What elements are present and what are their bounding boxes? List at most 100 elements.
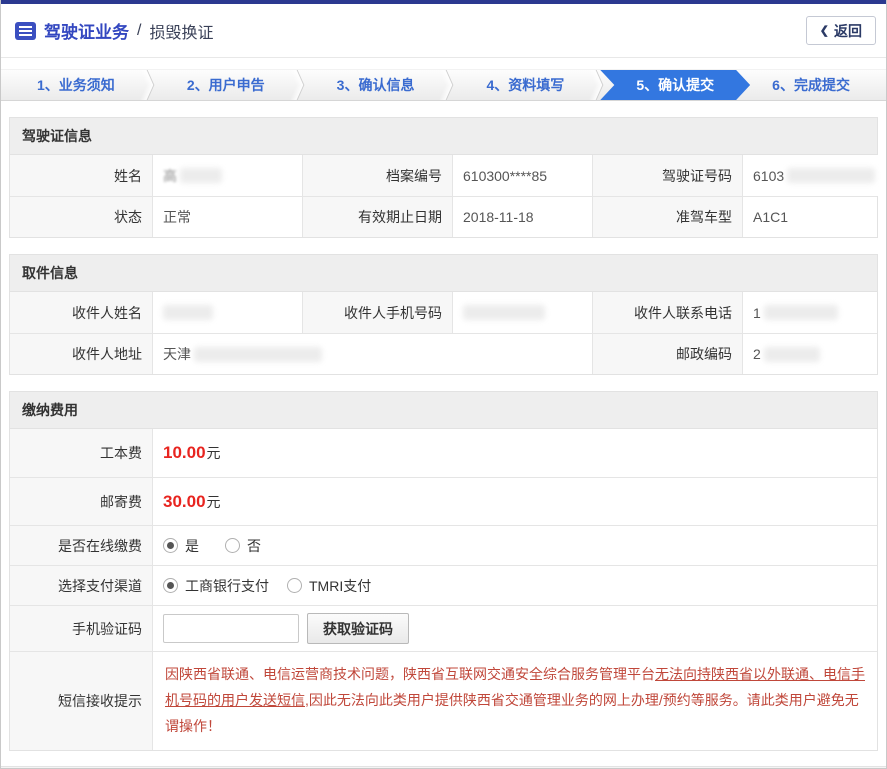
valid-until-value: 2018-11-18: [452, 196, 592, 237]
back-button[interactable]: ❮ 返回: [805, 16, 876, 45]
name-value: 高: [152, 155, 302, 196]
name-label: 姓名: [10, 155, 152, 196]
header: 驾驶证业务 / 损毁换证 ❮ 返回: [1, 4, 886, 58]
radio-unselected-icon[interactable]: [287, 578, 302, 593]
step-6-complete-submit: 6、完成提交: [736, 70, 886, 100]
file-number-label: 档案编号: [302, 155, 452, 196]
radio-option-label: 否: [247, 537, 261, 554]
step-label: 6、完成提交: [772, 77, 850, 93]
sms-code-field-group: 获取验证码: [152, 605, 877, 651]
online-payment-option-yes[interactable]: 是: [163, 536, 199, 556]
page-title: 驾驶证业务: [44, 23, 129, 42]
work-fee-row: 工本费 10.00 元: [10, 429, 877, 477]
online-payment-options: 是 否: [152, 525, 877, 565]
step-separator: [287, 70, 301, 100]
payment-channel-option-tmri[interactable]: TMRI支付: [287, 576, 371, 596]
license-info-section-title: 驾驶证信息: [10, 118, 877, 155]
step-5-confirm-submit-active: 5、确认提交: [600, 70, 750, 100]
step-label: 5、确认提交: [636, 77, 715, 93]
step-1-business-notice: 1、业务须知: [1, 70, 151, 100]
redaction-blur: [180, 168, 222, 183]
radio-unselected-icon[interactable]: [225, 538, 240, 553]
back-button-label: 返回: [834, 22, 862, 39]
step-label: 1、业务须知: [37, 77, 115, 93]
work-fee-unit: 元: [206, 445, 221, 461]
payment-channel-label: 选择支付渠道: [10, 565, 152, 605]
radio-option-label: 是: [185, 537, 199, 554]
sms-code-row: 手机验证码 获取验证码: [10, 605, 877, 651]
step-separator: [436, 70, 450, 100]
radio-option-label: TMRI支付: [309, 577, 372, 594]
page: 驾驶证业务 / 损毁换证 ❮ 返回 1、业务须知 2、用户申告 3、确认信息 4…: [0, 0, 887, 769]
redaction-blur: [787, 168, 876, 183]
redaction-blur: [763, 305, 838, 320]
sms-notice-text: 因陕西省联通、电信运营商技术问题，陕西省互联网交通安全综合服务管理平台无法向持陕…: [152, 651, 877, 750]
step-separator: [137, 70, 151, 100]
postage-fee-label: 邮寄费: [10, 477, 152, 525]
page-subtitle: 损毁换证: [149, 24, 214, 42]
recipient-phone-value: 1: [742, 292, 877, 333]
step-separator: [586, 70, 600, 100]
postal-code-value: 2: [742, 333, 877, 374]
work-fee-amount: 10.00: [163, 443, 206, 462]
work-fee-value: 10.00 元: [152, 429, 877, 477]
license-info-row-2: 状态 正常 有效期止日期 2018-11-18 准驾车型 A1C1: [10, 196, 877, 237]
recipient-address-label: 收件人地址: [10, 333, 152, 374]
redaction-blur: [463, 305, 545, 320]
step-4-fill-data: 4、资料填写: [450, 70, 600, 100]
online-payment-option-no[interactable]: 否: [225, 536, 261, 556]
sms-code-label: 手机验证码: [10, 605, 152, 651]
breadcrumb-separator: /: [137, 21, 142, 39]
get-sms-code-button[interactable]: 获取验证码: [307, 613, 409, 644]
postage-fee-value: 30.00 元: [152, 477, 877, 525]
sms-notice-label: 短信接收提示: [10, 651, 152, 750]
pickup-info-section: 取件信息 收件人姓名 收件人手机号码 收件人联系电话 1 收件人地址 天津 邮政…: [9, 254, 878, 375]
payment-channel-options: 工商银行支付 TMRI支付: [152, 565, 877, 605]
vehicle-class-label: 准驾车型: [592, 196, 742, 237]
recipient-address-value: 天津: [152, 333, 592, 374]
redaction-blur: [763, 346, 820, 362]
license-list-icon: [15, 21, 36, 40]
sms-notice-part1: 因陕西省联通、电信运营商技术问题，陕西省互联网交通安全综合服务管理平台: [165, 666, 655, 682]
pickup-info-row-2: 收件人地址 天津 邮政编码 2: [10, 333, 877, 374]
recipient-name-value: [152, 292, 302, 333]
radio-selected-icon[interactable]: [163, 538, 178, 553]
payment-channel-row: 选择支付渠道 工商银行支付 TMRI支付: [10, 565, 877, 605]
breadcrumb: 驾驶证业务 / 损毁换证: [15, 18, 213, 43]
recipient-name-label: 收件人姓名: [10, 292, 152, 333]
pickup-info-row-1: 收件人姓名 收件人手机号码 收件人联系电话 1: [10, 292, 877, 333]
postal-code-label: 邮政编码: [592, 333, 742, 374]
postage-fee-amount: 30.00: [163, 491, 206, 511]
license-number-value: 6103: [742, 155, 886, 196]
status-value: 正常: [152, 196, 302, 237]
vehicle-class-value: A1C1: [742, 196, 877, 237]
chevron-left-icon: ❮: [819, 25, 829, 37]
license-info-row-1: 姓名 高 档案编号 610300****85 驾驶证号码 6103: [10, 155, 886, 196]
recipient-mobile-label: 收件人手机号码: [302, 292, 452, 333]
step-label: 4、资料填写: [486, 77, 565, 93]
online-payment-label: 是否在线缴费: [10, 525, 152, 565]
license-number-label: 驾驶证号码: [592, 155, 742, 196]
sms-code-input[interactable]: [163, 614, 299, 643]
radio-selected-icon[interactable]: [163, 578, 178, 593]
redaction-blur: [163, 305, 213, 320]
step-progress-bar: 1、业务须知 2、用户申告 3、确认信息 4、资料填写 5、确认提交 6、完成提…: [1, 69, 886, 101]
recipient-phone-label: 收件人联系电话: [592, 292, 742, 333]
step-2-user-declaration: 2、用户申告: [151, 70, 301, 100]
recipient-mobile-value: [452, 292, 592, 333]
step-3-confirm-info: 3、确认信息: [301, 70, 451, 100]
sms-notice-row: 短信接收提示 因陕西省联通、电信运营商技术问题，陕西省互联网交通安全综合服务管理…: [10, 651, 877, 750]
pickup-info-section-title: 取件信息: [10, 255, 877, 292]
payment-section-title: 缴纳费用: [10, 392, 877, 429]
payment-channel-option-icbc[interactable]: 工商银行支付: [163, 576, 269, 596]
redaction-blur: [194, 346, 322, 362]
postage-fee-unit: 元: [206, 493, 221, 510]
step-label: 2、用户申告: [186, 77, 265, 93]
postage-fee-row: 邮寄费 30.00 元: [10, 477, 877, 525]
radio-option-label: 工商银行支付: [185, 577, 269, 594]
status-label: 状态: [10, 196, 152, 237]
valid-until-label: 有效期止日期: [302, 196, 452, 237]
step-label: 3、确认信息: [336, 77, 415, 93]
work-fee-label: 工本费: [10, 429, 152, 477]
online-payment-row: 是否在线缴费 是 否: [10, 525, 877, 565]
